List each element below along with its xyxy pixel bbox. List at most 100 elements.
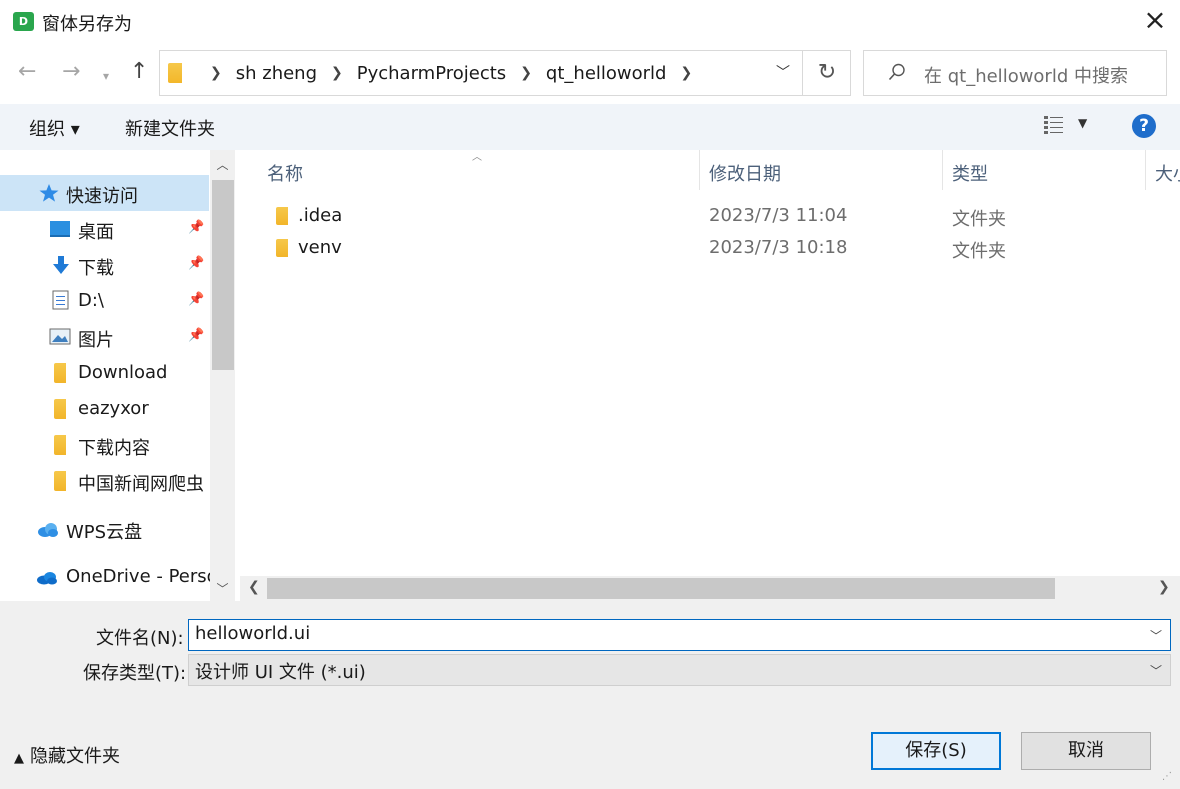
- column-divider[interactable]: [942, 150, 943, 190]
- nav-item-wps-cloud[interactable]: WPS云盘: [0, 511, 209, 547]
- pin-icon: 📌: [188, 256, 205, 271]
- chevron-right-icon: ❯: [210, 65, 222, 81]
- nav-scrollbar[interactable]: ︿ ﹀: [210, 150, 235, 601]
- chevron-right-icon[interactable]: ❯: [680, 65, 692, 81]
- cancel-button[interactable]: 取消: [1021, 732, 1151, 770]
- nav-item-onedrive[interactable]: OneDrive - Perso: [0, 559, 218, 595]
- nav-item-download-folder[interactable]: Download: [0, 355, 209, 391]
- view-options-icon[interactable]: [1043, 114, 1065, 136]
- folder-icon: [54, 363, 66, 383]
- chevron-down-icon[interactable]: ﹀: [1150, 662, 1162, 679]
- nav-label: Download: [78, 362, 168, 383]
- file-list-scrollbar[interactable]: ❮ ❯: [240, 576, 1180, 601]
- recent-locations-chevron-icon[interactable]: ▾: [103, 62, 109, 90]
- address-history-chevron-icon[interactable]: ﹀: [768, 51, 798, 95]
- command-bar: 组织 ▾ 新建文件夹: [0, 104, 1180, 150]
- file-name: .idea: [298, 205, 343, 226]
- nav-item-eazyxor[interactable]: eazyxor: [0, 391, 209, 427]
- file-modified: 2023/7/3 10:18: [709, 237, 848, 258]
- nav-label: 下载内容: [78, 438, 150, 459]
- folder-icon: [54, 471, 66, 491]
- folder-icon: [276, 239, 288, 257]
- nav-label: 图片: [78, 330, 114, 351]
- nav-item-desktop[interactable]: 桌面 📌: [0, 211, 209, 247]
- search-icon: [888, 63, 905, 81]
- app-icon: D: [13, 12, 34, 31]
- nav-label: OneDrive - Perso: [66, 566, 218, 587]
- pin-icon: 📌: [188, 220, 205, 235]
- scroll-left-icon[interactable]: ❮: [248, 579, 260, 595]
- new-folder-button[interactable]: 新建文件夹: [125, 115, 215, 141]
- chevron-right-icon[interactable]: ❯: [331, 65, 343, 81]
- scrollbar-thumb[interactable]: [267, 578, 1055, 599]
- picture-icon: [49, 328, 71, 345]
- help-icon[interactable]: ?: [1132, 114, 1156, 138]
- nav-label: 下载: [78, 258, 114, 279]
- nav-item-download-content[interactable]: 下载内容: [0, 427, 209, 463]
- breadcrumb-item[interactable]: qt_helloworld: [546, 63, 667, 84]
- save-button[interactable]: 保存(S): [871, 732, 1001, 770]
- filename-field[interactable]: helloworld.ui ﹀: [188, 619, 1171, 651]
- divider: [802, 51, 803, 95]
- folder-icon: [54, 399, 66, 419]
- nav-label: 中国新闻网爬虫: [78, 474, 204, 495]
- nav-label: eazyxor: [78, 398, 149, 419]
- column-header-type[interactable]: 类型: [952, 160, 988, 186]
- column-header-name[interactable]: 名称: [267, 160, 303, 186]
- view-dropdown-icon[interactable]: ▼: [1078, 116, 1087, 130]
- table-row[interactable]: venv 2023/7/3 10:18 文件夹: [240, 233, 1140, 265]
- file-type: 文件夹: [952, 241, 1006, 262]
- scrollbar-thumb[interactable]: [212, 180, 234, 370]
- nav-label: 桌面: [78, 222, 114, 243]
- nav-label: WPS云盘: [66, 522, 143, 543]
- forward-arrow-icon[interactable]: →: [62, 58, 80, 86]
- search-placeholder: 在 qt_helloworld 中搜索: [924, 66, 1128, 87]
- organize-menu[interactable]: 组织 ▾: [29, 115, 80, 141]
- folder-icon: [276, 207, 288, 225]
- hide-folders-label: 隐藏文件夹: [30, 746, 120, 767]
- folder-icon: [54, 435, 66, 455]
- chevron-down-icon[interactable]: ﹀: [1150, 627, 1162, 644]
- document-icon: [52, 290, 69, 310]
- column-divider[interactable]: [699, 150, 700, 190]
- navigation-pane: 快速访问 桌面 📌 下载 📌 D:\ 📌 图片 📌 Download eazyx…: [0, 150, 236, 601]
- scroll-down-icon[interactable]: ﹀: [210, 580, 235, 597]
- nav-item-news-crawler[interactable]: 中国新闻网爬虫: [0, 463, 209, 499]
- resize-grip-icon[interactable]: ⋰: [1162, 771, 1172, 782]
- file-list: ︿ 名称 修改日期 类型 大小 .idea 2023/7/3 11:04 文件夹…: [240, 150, 1180, 601]
- desktop-icon: [50, 221, 70, 237]
- title-bar: D 窗体另存为 ×: [0, 0, 1180, 44]
- refresh-icon[interactable]: ↻: [804, 51, 850, 95]
- pin-icon: 📌: [188, 292, 205, 307]
- table-row[interactable]: .idea 2023/7/3 11:04 文件夹: [240, 201, 1140, 233]
- nav-item-downloads[interactable]: 下载 📌: [0, 247, 209, 283]
- close-icon[interactable]: ×: [1140, 6, 1170, 36]
- column-header-size[interactable]: 大小: [1155, 160, 1180, 186]
- address-bar[interactable]: ❯ sh zheng ❯ PycharmProjects ❯ qt_hellow…: [159, 50, 851, 96]
- filetype-value: 设计师 UI 文件 (*.ui): [195, 662, 366, 683]
- breadcrumb-item[interactable]: PycharmProjects: [357, 63, 506, 84]
- download-arrow-icon: [53, 256, 69, 274]
- chevron-right-icon[interactable]: ❯: [520, 65, 532, 81]
- column-header-modified[interactable]: 修改日期: [709, 160, 781, 186]
- pin-icon: 📌: [188, 328, 205, 343]
- up-arrow-icon[interactable]: ↑: [130, 58, 148, 86]
- filename-label: 文件名(N):: [96, 628, 184, 649]
- nav-item-quick-access[interactable]: 快速访问: [0, 175, 209, 211]
- column-divider[interactable]: [1145, 150, 1146, 190]
- save-options-panel: 文件名(N): helloworld.ui ﹀ 保存类型(T): 设计师 UI …: [0, 601, 1180, 789]
- nav-item-pictures[interactable]: 图片 📌: [0, 319, 209, 355]
- folder-icon: [168, 63, 182, 83]
- breadcrumb: ❯ sh zheng ❯ PycharmProjects ❯ qt_hellow…: [196, 51, 706, 95]
- filetype-select[interactable]: 设计师 UI 文件 (*.ui) ﹀: [188, 654, 1171, 686]
- chevron-up-icon: ▲: [14, 751, 24, 766]
- hide-folders-toggle[interactable]: ▲ 隐藏文件夹: [14, 742, 120, 768]
- scroll-up-icon[interactable]: ︿: [210, 156, 235, 173]
- nav-item-drive-d[interactable]: D:\ 📌: [0, 283, 209, 319]
- onedrive-icon: [37, 572, 57, 585]
- back-arrow-icon[interactable]: ←: [18, 58, 36, 86]
- sort-ascending-icon: ︿: [472, 152, 482, 163]
- breadcrumb-item[interactable]: sh zheng: [236, 63, 317, 84]
- search-input[interactable]: 在 qt_helloworld 中搜索: [863, 50, 1167, 96]
- scroll-right-icon[interactable]: ❯: [1158, 579, 1170, 595]
